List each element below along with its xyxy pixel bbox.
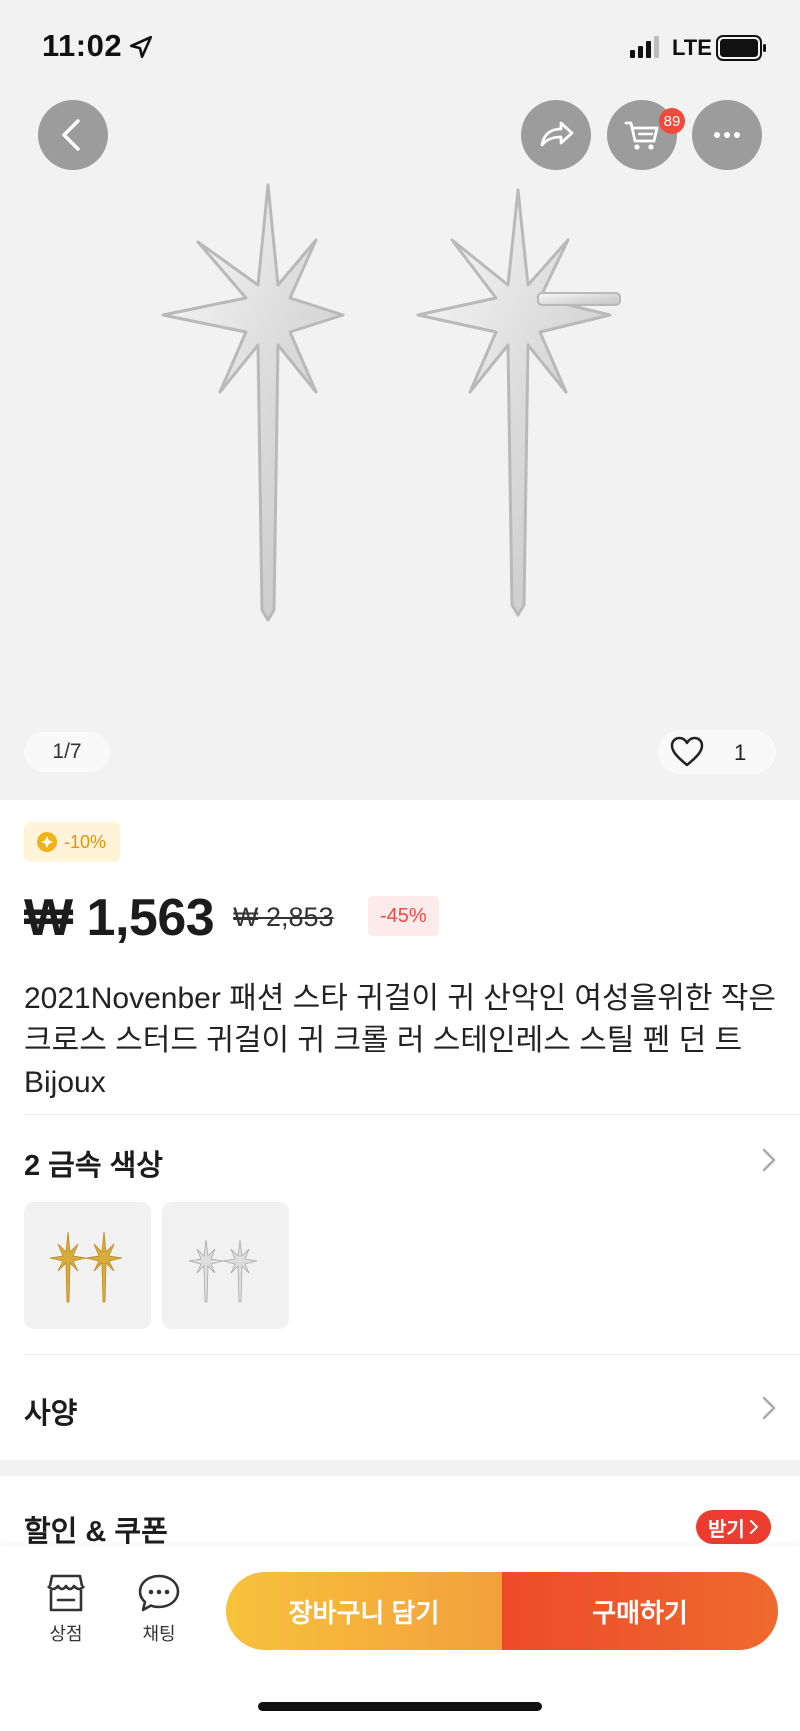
product-image[interactable]	[130, 170, 690, 690]
variant-swatch-gold[interactable]	[24, 1202, 151, 1329]
back-button[interactable]	[38, 100, 108, 170]
battery-icon	[716, 35, 766, 61]
store-tab-label: 상점	[49, 1624, 83, 1644]
share-button[interactable]	[521, 100, 591, 170]
section-separator	[0, 1460, 800, 1476]
chat-icon	[138, 1574, 180, 1612]
coupons-title: 할인 & 쿠폰	[24, 1516, 168, 1548]
original-price: ₩ 2,853	[233, 902, 334, 932]
gold-earring-thumbnail	[49, 1231, 122, 1302]
chat-tab-label: 채팅	[142, 1624, 176, 1644]
divider	[24, 1354, 800, 1355]
get-coupon-label: 받기	[708, 1518, 745, 1541]
status-time: 11:02	[42, 28, 123, 63]
status-bar: 11:02 LTE	[0, 0, 800, 96]
cta-group: 장바구니 담기 구매하기	[226, 1572, 778, 1650]
coupon-tag-label: -10%	[64, 831, 107, 852]
coin-icon	[37, 832, 57, 852]
chevron-right-icon[interactable]	[758, 1393, 780, 1423]
silver-earring-thumbnail	[188, 1239, 257, 1302]
coupon-tag: -10%	[24, 822, 121, 862]
signal-icon	[630, 36, 659, 58]
store-icon	[47, 1574, 85, 1612]
product-gallery[interactable]: 11:02 LTE 89 1/7 1	[0, 0, 800, 800]
buy-now-button[interactable]: 구매하기	[502, 1572, 778, 1650]
cart-button[interactable]: 89	[607, 100, 685, 170]
variants-title[interactable]: 2 금속 색상	[24, 1142, 163, 1184]
current-price: ₩ 1,563	[24, 889, 215, 947]
divider	[24, 1114, 800, 1115]
add-to-cart-button[interactable]: 장바구니 담기	[226, 1572, 502, 1650]
heart-icon	[670, 736, 704, 767]
specs-title[interactable]: 사양	[24, 1390, 77, 1432]
discount-badge: -45%	[368, 896, 439, 936]
more-icon	[714, 132, 740, 138]
location-arrow-icon	[129, 35, 153, 59]
get-coupon-button[interactable]: 받기	[696, 1510, 771, 1544]
favorite-count: 1	[734, 740, 747, 765]
product-title: 2021Novenber 패션 스타 귀걸이 귀 산악인 여성을위한 작은 크로…	[24, 982, 776, 1099]
chevron-right-icon	[749, 1520, 758, 1534]
network-label: LTE	[672, 35, 712, 60]
cart-count-badge: 89	[659, 108, 685, 134]
cart-icon	[624, 121, 659, 150]
favorite-button[interactable]: 1	[658, 730, 776, 774]
home-indicator	[258, 1702, 542, 1711]
share-icon	[540, 121, 574, 147]
variant-swatch-silver[interactable]	[162, 1202, 289, 1329]
store-tab[interactable]: 상점	[31, 1572, 101, 1646]
back-icon	[62, 119, 80, 151]
more-button[interactable]	[692, 100, 762, 170]
image-counter: 1/7	[24, 732, 110, 772]
chat-tab[interactable]: 채팅	[124, 1572, 194, 1646]
chevron-right-icon[interactable]	[758, 1145, 780, 1175]
